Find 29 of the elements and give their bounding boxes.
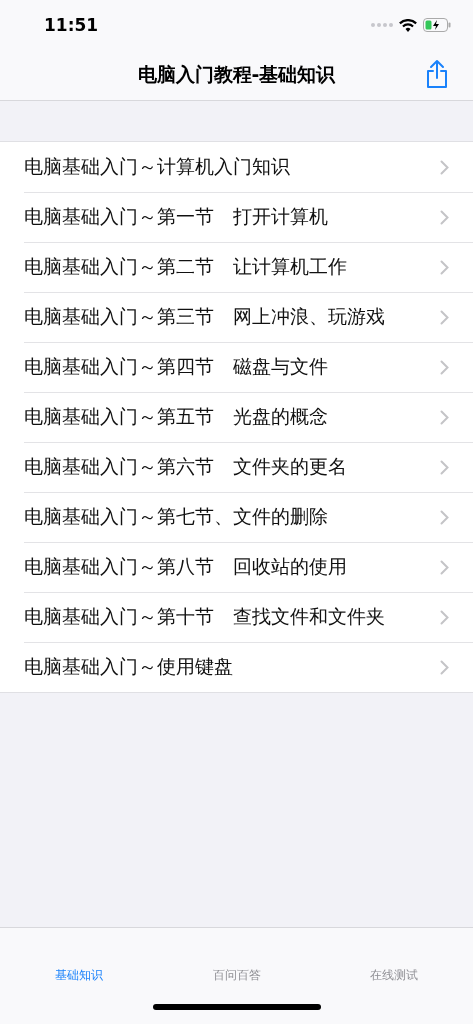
lesson-row[interactable]: 电脑基础入门～第六节 文件夹的更名 [0,442,473,492]
chevron-icon [440,309,449,325]
wifi-icon [399,18,417,32]
nav-title: 电脑入门教程-基础知识 [137,62,336,87]
chevron-icon [440,509,449,525]
signal-icon [371,23,393,27]
chevron-icon [440,259,449,275]
lesson-row[interactable]: 电脑基础入门～计算机入门知识 [0,142,473,192]
chevron-icon [440,159,449,175]
lesson-row[interactable]: 电脑基础入门～第五节 光盘的概念 [0,392,473,442]
lesson-row[interactable]: 电脑基础入门～第八节 回收站的使用 [0,542,473,592]
lesson-row[interactable]: 电脑基础入门～第四节 磁盘与文件 [0,342,473,392]
status-time: 11:51 [44,15,99,35]
lesson-row[interactable]: 电脑基础入门～第二节 让计算机工作 [0,242,473,292]
chevron-icon [440,359,449,375]
chevron-icon [440,659,449,675]
battery-icon [423,18,451,32]
lesson-row[interactable]: 电脑基础入门～第七节、文件的删除 [0,492,473,542]
lesson-row[interactable]: 电脑基础入门～使用键盘 [0,642,473,692]
tab-item[interactable]: 基础知识 [0,967,158,984]
chevron-icon [440,459,449,475]
chevron-icon [440,559,449,575]
share-button[interactable] [425,59,449,89]
lesson-row[interactable]: 电脑基础入门～第十节 查找文件和文件夹 [0,592,473,642]
chevron-icon [440,209,449,225]
lesson-row[interactable]: 电脑基础入门～第三节 网上冲浪、玩游戏 [0,292,473,342]
lesson-row[interactable]: 电脑基础入门～第一节 打开计算机 [0,192,473,242]
chevron-icon [440,409,449,425]
chevron-icon [440,609,449,625]
